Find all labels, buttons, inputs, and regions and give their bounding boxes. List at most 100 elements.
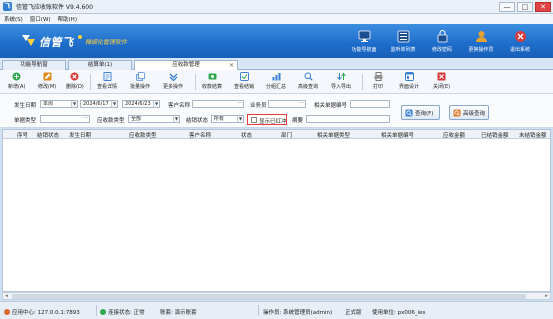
date-from-picker[interactable]: 2024/6/17 ▼ xyxy=(80,100,118,108)
scroll-right-icon[interactable]: ▸ xyxy=(543,293,550,299)
column-header[interactable]: 相关单据类型 xyxy=(317,131,350,139)
chevron-down-icon: ▼ xyxy=(111,101,117,107)
import-export-button[interactable]: 导入导出 xyxy=(331,72,351,92)
ellipsis-icon[interactable]: ··· xyxy=(298,101,305,107)
tab-bar: 功能导航窗 结算单(1) 应收款管理 × xyxy=(0,58,553,71)
ar-type-label: 应收款类型 xyxy=(97,118,125,124)
show-red-reversal-label: 显示已红冲 xyxy=(259,119,287,125)
minimize-button[interactable]: — xyxy=(499,2,515,12)
query-button[interactable]: 查询(F) xyxy=(401,105,440,120)
ar-data-grid[interactable]: 序号 结销状态 发生日期 应收款类型 客户名称 状态 部门 相关单据类型 相关单… xyxy=(2,129,551,292)
column-header[interactable]: 客户名称 xyxy=(189,131,211,139)
date-label: 发生日期 xyxy=(14,103,37,109)
account-status: 账套: 演示账套 xyxy=(160,310,197,316)
more-icon xyxy=(169,73,177,81)
date-to-picker[interactable]: 2024/6/23 ▼ xyxy=(122,100,160,108)
advanced-search-toolbar-button[interactable]: 高级查询 xyxy=(298,72,318,92)
user-icon xyxy=(475,31,487,42)
show-red-reversal-checkbox-wrap[interactable]: 显示已红冲 xyxy=(247,114,287,125)
view-settle-icon xyxy=(239,72,249,81)
column-header[interactable]: 部门 xyxy=(281,131,292,139)
scroll-thumb[interactable] xyxy=(12,294,526,299)
column-header[interactable]: 应收金额 xyxy=(443,131,465,139)
horizontal-scrollbar[interactable]: ◂ ▸ xyxy=(2,292,551,300)
summary-label: 摘要 xyxy=(292,118,304,124)
search-icon xyxy=(405,109,413,116)
window-controls: — □ ✕ xyxy=(499,2,551,12)
column-header[interactable]: 发生日期 xyxy=(69,131,91,139)
column-header[interactable]: 未结销金额 xyxy=(519,131,547,139)
delete-icon xyxy=(70,72,79,81)
batch-operation-button[interactable]: 批量操作 xyxy=(130,72,150,92)
customer-label: 客户名称 xyxy=(168,103,191,109)
chevron-down-icon: ▼ xyxy=(173,116,179,122)
settle-status-label: 结销状态 xyxy=(186,118,209,124)
title-bar: 飞 信管飞应收账软件 V9.4.600 — □ ✕ xyxy=(0,0,553,14)
connection-status: 连接状态: 正常 xyxy=(100,308,145,316)
exit-system-button[interactable]: 退出系统 xyxy=(501,27,539,57)
edit-button[interactable]: 修改(M) xyxy=(38,72,56,92)
menu-bar: 系统(S) 窗口(W) 帮助(H) xyxy=(0,14,553,24)
app-center-status: 应用中心: 127.0.0.1:7893 xyxy=(4,308,80,316)
view-settlement-button[interactable]: 查看结销 xyxy=(234,72,254,92)
interface-design-button[interactable]: 界面设计 xyxy=(399,72,419,92)
column-header[interactable]: 应收款类型 xyxy=(129,131,157,139)
menu-help[interactable]: 帮助(H) xyxy=(58,15,77,23)
column-header[interactable]: 结销状态 xyxy=(37,131,59,139)
list-icon xyxy=(397,30,409,43)
more-operations-button[interactable]: 更多操作 xyxy=(163,72,183,92)
advanced-search-icon xyxy=(453,109,461,116)
print-icon xyxy=(374,72,382,81)
brand-name: 信管飞 xyxy=(39,36,74,49)
menu-window[interactable]: 窗口(W) xyxy=(30,15,51,23)
ar-type-select[interactable]: 全部 ▼ xyxy=(128,115,180,123)
advanced-query-button[interactable]: 高级查询 xyxy=(449,105,489,120)
add-button[interactable]: 新增(A) xyxy=(8,72,25,92)
batch-icon xyxy=(135,72,145,81)
tab-settlement[interactable]: 结算单(1) xyxy=(68,60,132,70)
show-red-reversal-checkbox[interactable] xyxy=(251,117,257,123)
edit-icon xyxy=(43,72,52,81)
customer-input[interactable]: ··· xyxy=(192,100,244,108)
column-header[interactable]: 相关单据编号 xyxy=(381,131,414,139)
column-header[interactable]: 状态 xyxy=(241,131,252,139)
column-header[interactable]: 序号 xyxy=(17,131,28,139)
doc-type-input[interactable]: ··· xyxy=(40,115,90,123)
plus-icon xyxy=(12,72,21,81)
settle-status-select[interactable]: 所有 ▼ xyxy=(211,115,244,123)
chevron-down-icon: ▼ xyxy=(153,101,159,107)
tab-function-nav[interactable]: 功能导航窗 xyxy=(2,60,66,70)
column-header[interactable]: 已结销金额 xyxy=(481,131,509,139)
menu-system[interactable]: 系统(S) xyxy=(4,15,23,23)
switch-user-button[interactable]: 更换操作员 xyxy=(462,27,500,57)
lock-icon xyxy=(437,30,447,43)
related-no-input[interactable] xyxy=(350,100,390,108)
exit-icon xyxy=(514,31,526,42)
change-password-button[interactable]: 修改密码 xyxy=(423,27,461,57)
window-title: 信管飞应收账软件 V9.4.600 xyxy=(16,4,93,11)
toolbar-separator xyxy=(90,74,91,90)
scroll-left-icon[interactable]: ◂ xyxy=(3,293,10,299)
user-unit-status: 使用单位: px006_ies xyxy=(372,310,426,316)
server-icon xyxy=(4,309,10,315)
delete-button[interactable]: 删除(D) xyxy=(66,72,84,92)
status-separator xyxy=(96,305,97,316)
toolbar-separator xyxy=(362,74,363,90)
close-window-button[interactable]: ✕ xyxy=(535,2,551,12)
salesman-input[interactable]: ··· xyxy=(268,100,306,108)
maximize-button[interactable]: □ xyxy=(517,2,533,12)
group-summary-button[interactable]: 分组汇总 xyxy=(266,72,286,92)
summary-input[interactable] xyxy=(306,115,390,123)
ellipsis-icon[interactable]: ··· xyxy=(82,116,89,122)
tab-close-icon[interactable]: × xyxy=(229,61,234,70)
brand-dot xyxy=(78,35,82,39)
quick-list-button[interactable]: 监听单列表 xyxy=(384,27,422,57)
ellipsis-icon[interactable]: ··· xyxy=(236,101,243,107)
salesman-label: 业务员 xyxy=(250,103,267,109)
close-tab-button[interactable]: 关闭(E) xyxy=(433,72,450,92)
quick-nav-button[interactable]: 功能导航面 xyxy=(345,27,383,57)
view-detail-button[interactable]: 查看详情 xyxy=(97,72,117,92)
collect-settle-button[interactable]: 收款结算 xyxy=(202,72,222,92)
period-select[interactable]: 本周 ▼ xyxy=(40,100,78,108)
print-button[interactable]: 打印 xyxy=(373,72,383,92)
